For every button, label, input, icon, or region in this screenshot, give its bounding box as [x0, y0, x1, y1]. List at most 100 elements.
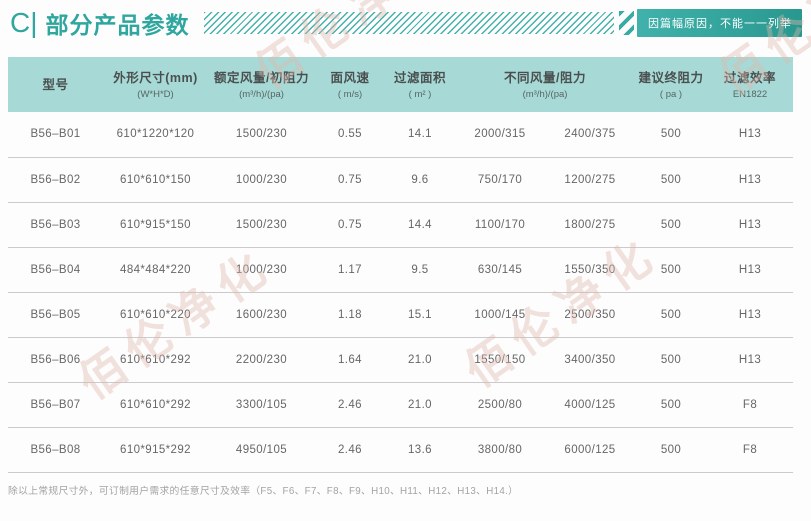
- cell-airflow-resistance-1: 3800/80: [455, 427, 545, 472]
- cell-filter-area: 9.6: [385, 157, 455, 202]
- cell-rated-airflow: 3300/105: [208, 382, 315, 427]
- cell-airflow-resistance-2: 2400/375: [545, 112, 635, 157]
- cell-model: B56–B06: [8, 337, 103, 382]
- col-header-sub: (m³/h)/(pa): [208, 89, 315, 100]
- cell-airflow-resistance-2: 3400/350: [545, 337, 635, 382]
- col-header-sub: (W*H*D): [103, 89, 208, 100]
- table-row: B56–B07 610*610*292 3300/105 2.46 21.0 2…: [8, 382, 793, 427]
- cell-airflow-resistance-1: 2500/80: [455, 382, 545, 427]
- col-header-sub: ( pa ): [635, 89, 707, 100]
- cell-filter-area: 21.0: [385, 337, 455, 382]
- cell-rated-airflow: 1500/230: [208, 202, 315, 247]
- cell-efficiency: H13: [707, 247, 793, 292]
- custom-size-footnote: 除以上常规尺寸外，可订制用户需求的任意尺寸及效率（F5、F6、F7、F8、F9、…: [8, 483, 518, 497]
- cell-efficiency: H13: [707, 157, 793, 202]
- col-header-dimensions: 外形尺寸(mm) (W*H*D): [103, 57, 208, 112]
- col-header-final-resistance: 建议终阻力 ( pa ): [635, 57, 707, 112]
- cell-rated-airflow: 2200/230: [208, 337, 315, 382]
- col-header-label: 过滤效率: [707, 70, 793, 86]
- cell-dimensions: 610*610*292: [103, 337, 208, 382]
- table-row: B56–B06 610*610*292 2200/230 1.64 21.0 1…: [8, 337, 793, 382]
- cell-face-velocity: 0.75: [315, 202, 385, 247]
- cell-model: B56–B03: [8, 202, 103, 247]
- cell-final-resistance: 500: [635, 112, 707, 157]
- cell-airflow-resistance-1: 1100/170: [455, 202, 545, 247]
- col-header-sub: EN1822: [707, 89, 793, 100]
- note-ribbon: 因篇幅原因，不能一一列举: [637, 9, 802, 37]
- cell-filter-area: 21.0: [385, 382, 455, 427]
- cell-final-resistance: 500: [635, 292, 707, 337]
- cell-face-velocity: 2.46: [315, 382, 385, 427]
- col-header-sub: ( m/s): [315, 89, 385, 100]
- cell-airflow-resistance-1: 630/145: [455, 247, 545, 292]
- table-row: B56–B05 610*610*220 1600/230 1.18 15.1 1…: [8, 292, 793, 337]
- table-row: B56–B08 610*915*292 4950/105 2.46 13.6 3…: [8, 427, 793, 472]
- col-header-sub: ( m² ): [385, 89, 455, 100]
- col-header-rated-airflow: 额定风量/初阻力 (m³/h)/(pa): [208, 57, 315, 112]
- cell-airflow-resistance-2: 1550/350: [545, 247, 635, 292]
- cell-rated-airflow: 1600/230: [208, 292, 315, 337]
- col-header-label: 过滤面积: [385, 70, 455, 86]
- cell-model: B56–B08: [8, 427, 103, 472]
- cell-face-velocity: 0.75: [315, 157, 385, 202]
- cell-filter-area: 15.1: [385, 292, 455, 337]
- cell-airflow-resistance-1: 750/170: [455, 157, 545, 202]
- cell-dimensions: 610*610*150: [103, 157, 208, 202]
- cell-model: B56–B04: [8, 247, 103, 292]
- ribbon-slashes-decoration: [619, 11, 634, 35]
- cell-efficiency: F8: [707, 382, 793, 427]
- col-header-face-velocity: 面风速 ( m/s): [315, 57, 385, 112]
- hatch-divider: [204, 12, 615, 34]
- cell-face-velocity: 2.46: [315, 427, 385, 472]
- cell-efficiency: F8: [707, 427, 793, 472]
- cell-airflow-resistance-2: 2500/350: [545, 292, 635, 337]
- page-header: C| 部分产品参数 因篇幅原因，不能一一列举: [10, 4, 802, 42]
- cell-airflow-resistance-1: 2000/315: [455, 112, 545, 157]
- table-row: B56–B02 610*610*150 1000/230 0.75 9.6 75…: [8, 157, 793, 202]
- cell-airflow-resistance-2: 1800/275: [545, 202, 635, 247]
- cell-dimensions: 610*915*150: [103, 202, 208, 247]
- col-header-filter-area: 过滤面积 ( m² ): [385, 57, 455, 112]
- col-header-sub: (m³/h)/(pa): [455, 89, 635, 100]
- cell-final-resistance: 500: [635, 382, 707, 427]
- cell-dimensions: 610*1220*120: [103, 112, 208, 157]
- cell-final-resistance: 500: [635, 202, 707, 247]
- table-row: B56–B04 484*484*220 1000/230 1.17 9.5 63…: [8, 247, 793, 292]
- cell-final-resistance: 500: [635, 247, 707, 292]
- cell-efficiency: H13: [707, 337, 793, 382]
- cell-final-resistance: 500: [635, 427, 707, 472]
- col-header-model: 型号: [8, 57, 103, 112]
- cell-filter-area: 13.6: [385, 427, 455, 472]
- col-header-airflow-resistance: 不同风量/阻力 (m³/h)/(pa): [455, 57, 635, 112]
- cell-rated-airflow: 1500/230: [208, 112, 315, 157]
- catalog-page: 佰伦净化 佰伦净化 佰伦净化 佰伦净化 C| 部分产品参数 因篇幅原因，不能一一…: [0, 0, 811, 521]
- cell-dimensions: 610*915*292: [103, 427, 208, 472]
- cell-efficiency: H13: [707, 112, 793, 157]
- cell-final-resistance: 500: [635, 157, 707, 202]
- cell-airflow-resistance-1: 1550/150: [455, 337, 545, 382]
- table-header-row: 型号 外形尺寸(mm) (W*H*D) 额定风量/初阻力 (m³/h)/(pa)…: [8, 57, 793, 112]
- col-header-label: 面风速: [315, 70, 385, 86]
- cell-dimensions: 610*610*220: [103, 292, 208, 337]
- col-header-label: 不同风量/阻力: [455, 70, 635, 86]
- col-header-efficiency: 过滤效率 EN1822: [707, 57, 793, 112]
- section-letter: C|: [10, 4, 38, 42]
- col-header-label: 额定风量/初阻力: [208, 70, 315, 86]
- table-row: B56–B01 610*1220*120 1500/230 0.55 14.1 …: [8, 112, 793, 157]
- cell-efficiency: H13: [707, 202, 793, 247]
- cell-rated-airflow: 1000/230: [208, 157, 315, 202]
- cell-final-resistance: 500: [635, 337, 707, 382]
- cell-face-velocity: 0.55: [315, 112, 385, 157]
- cell-face-velocity: 1.18: [315, 292, 385, 337]
- col-header-label: 型号: [8, 77, 103, 93]
- cell-airflow-resistance-2: 4000/125: [545, 382, 635, 427]
- cell-rated-airflow: 4950/105: [208, 427, 315, 472]
- product-parameters-table: 型号 外形尺寸(mm) (W*H*D) 额定风量/初阻力 (m³/h)/(pa)…: [8, 57, 793, 473]
- cell-model: B56–B05: [8, 292, 103, 337]
- col-header-label: 建议终阻力: [635, 70, 707, 86]
- cell-model: B56–B01: [8, 112, 103, 157]
- col-header-label: 外形尺寸(mm): [103, 70, 208, 86]
- cell-face-velocity: 1.64: [315, 337, 385, 382]
- cell-rated-airflow: 1000/230: [208, 247, 315, 292]
- cell-filter-area: 14.4: [385, 202, 455, 247]
